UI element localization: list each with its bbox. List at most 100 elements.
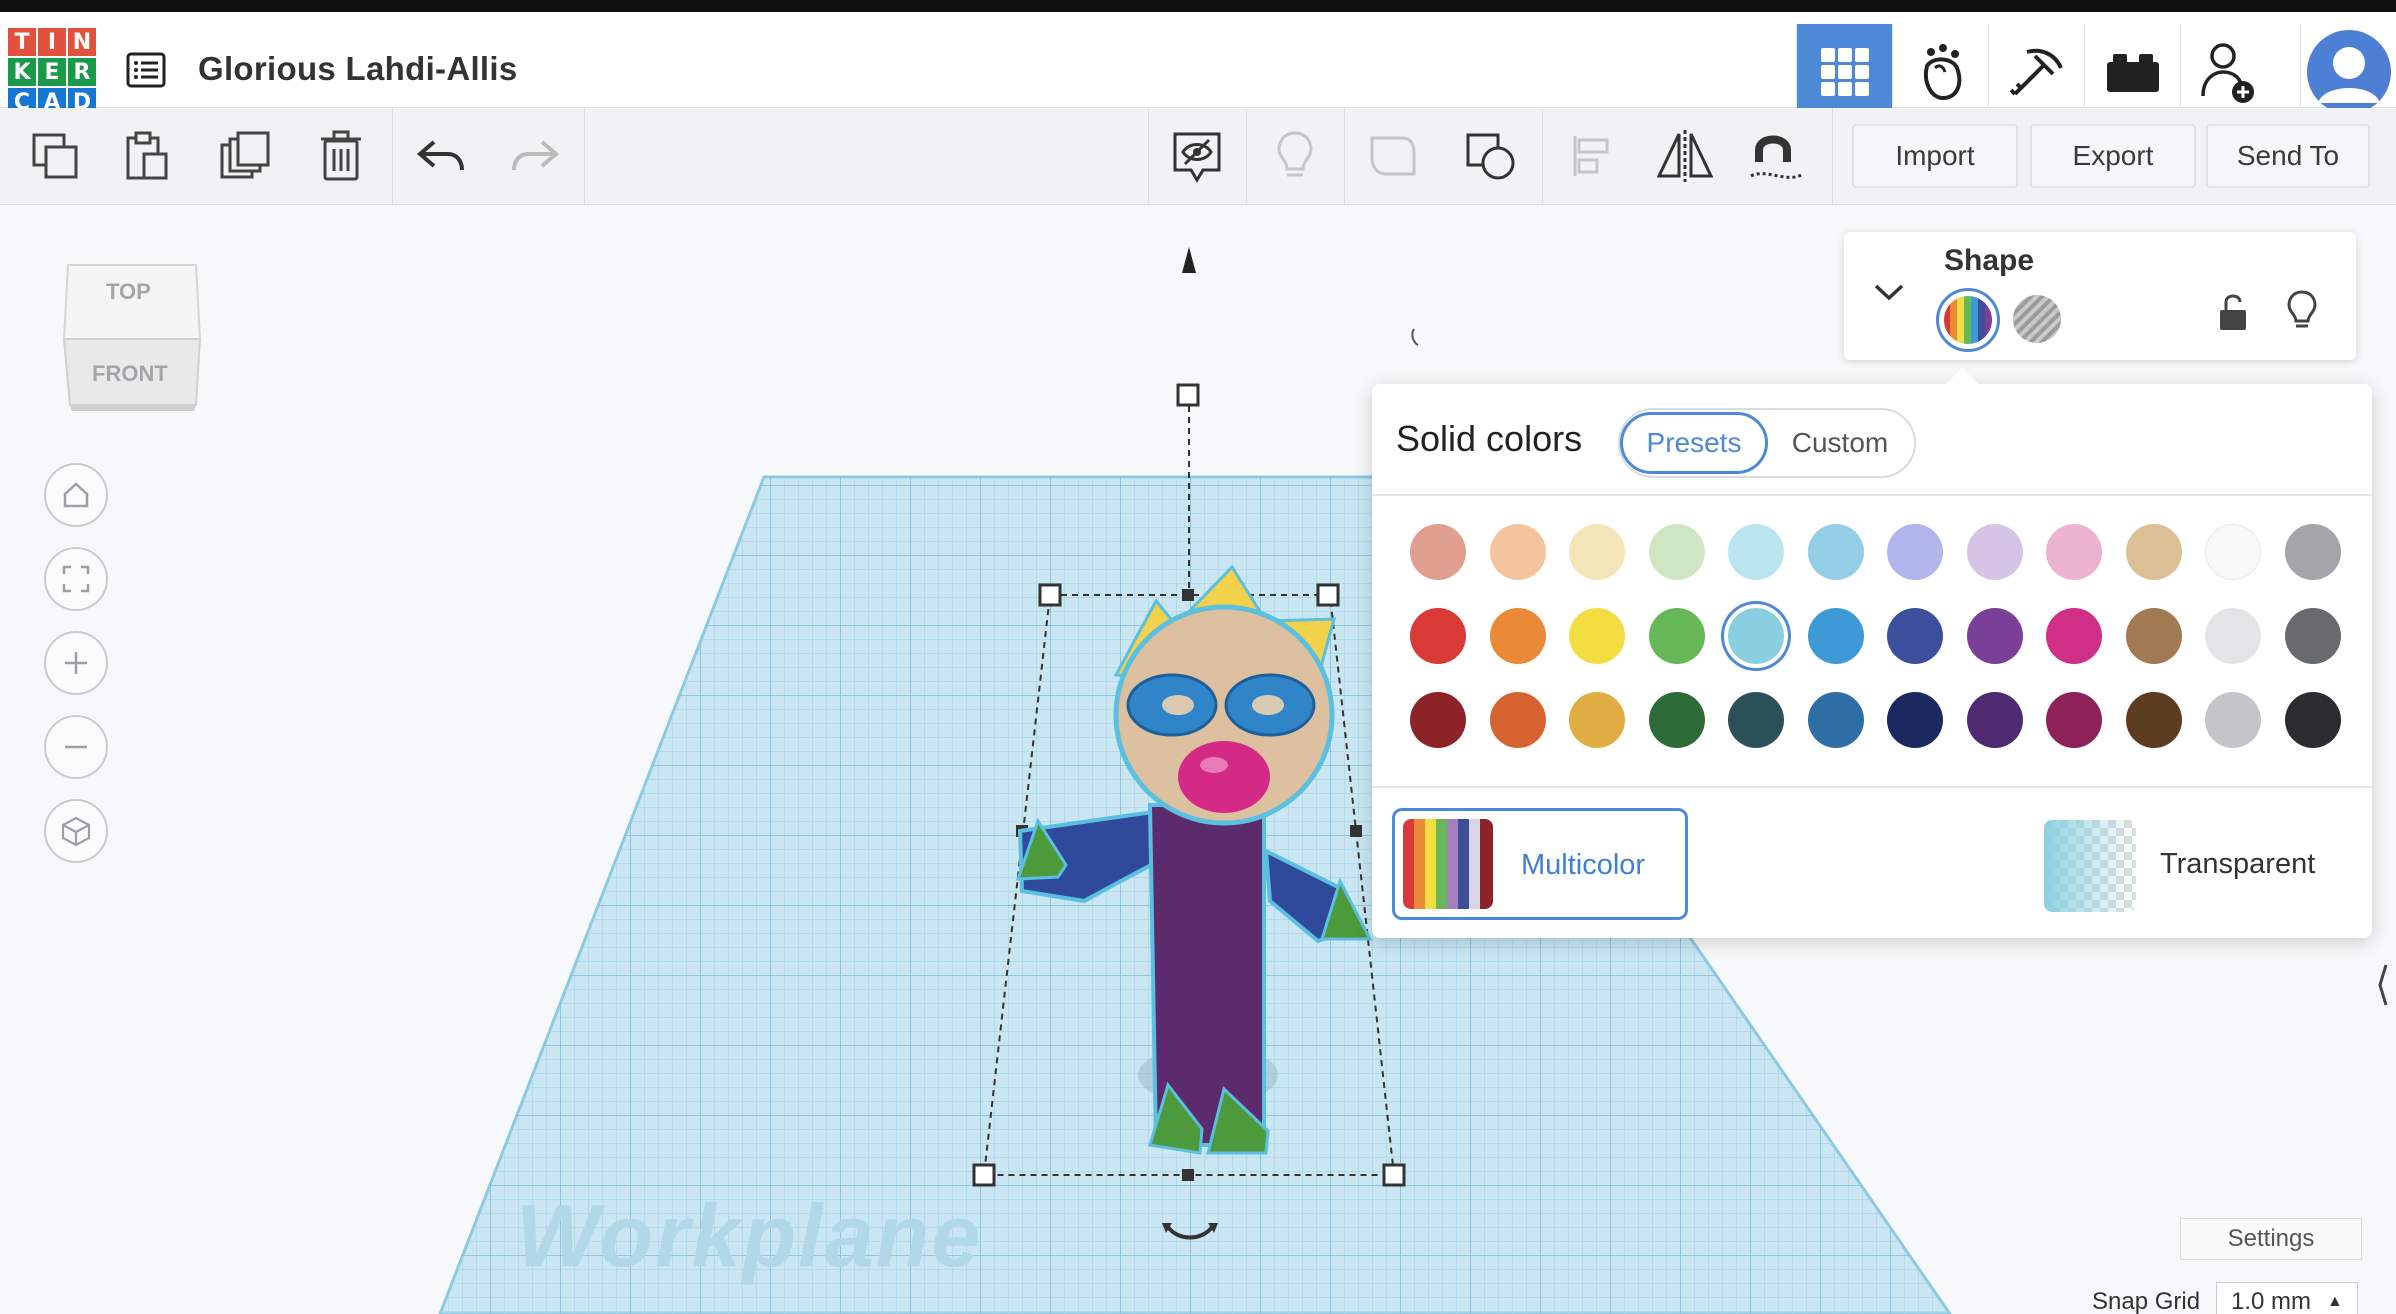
- shape-inspector: Shape: [1844, 232, 2356, 360]
- color-swatch[interactable]: [1807, 692, 1864, 748]
- color-swatch[interactable]: [1728, 524, 1784, 580]
- unlock-icon[interactable]: [2216, 292, 2250, 332]
- color-swatch[interactable]: [2284, 524, 2341, 580]
- light-toggle-button[interactable]: [1248, 108, 1342, 204]
- color-swatch[interactable]: [1728, 608, 1784, 664]
- eye-hidden-icon: [1173, 132, 1221, 183]
- color-swatch[interactable]: [1648, 608, 1705, 664]
- color-swatch[interactable]: [1569, 692, 1625, 748]
- color-swatch[interactable]: [2205, 608, 2261, 664]
- multicolor-option[interactable]: Multicolor: [1392, 808, 1688, 920]
- grid-view-button[interactable]: [1796, 24, 1892, 120]
- lightbulb-icon[interactable]: [2286, 290, 2318, 332]
- color-picker-panel: Solid colors Presets Custom Multicolor T…: [1372, 368, 2372, 938]
- settings-button[interactable]: Settings: [2180, 1218, 2362, 1260]
- color-swatch[interactable]: [2125, 692, 2182, 748]
- mirror-button[interactable]: [1638, 108, 1732, 204]
- color-swatch[interactable]: [2205, 692, 2261, 748]
- edit-toolbar: Import Export Send To: [0, 108, 2396, 205]
- divider: [1372, 494, 2372, 496]
- multicolor-swatch-icon: [1944, 296, 1992, 344]
- chevron-down-icon[interactable]: [1872, 280, 1906, 304]
- cruise-button[interactable]: [1730, 108, 1824, 204]
- paste-button[interactable]: [100, 108, 194, 204]
- multicolor-icon: [1403, 819, 1493, 909]
- add-user-icon: [2200, 43, 2254, 103]
- magnet-icon: [1750, 135, 1804, 179]
- color-swatch[interactable]: [1489, 524, 1546, 580]
- color-swatch[interactable]: [1410, 692, 1466, 748]
- undo-button[interactable]: [394, 108, 488, 204]
- ungroup-icon: [1466, 133, 1515, 180]
- transparent-option[interactable]: Transparent: [2044, 820, 2344, 912]
- blocks-pickaxe-icon: [2009, 48, 2063, 96]
- height-arrow-icon: [1182, 247, 1196, 273]
- color-swatch[interactable]: [1807, 524, 1864, 580]
- shape-panel-title: Shape: [1944, 244, 2035, 277]
- color-swatch[interactable]: [2046, 524, 2102, 580]
- color-swatch[interactable]: [1410, 524, 1466, 580]
- color-swatch[interactable]: [1410, 608, 1466, 664]
- color-swatch[interactable]: [2205, 524, 2261, 580]
- transparent-label: Transparent: [2160, 848, 2316, 880]
- tinkercad-logo[interactable]: T I N K E R C A D: [8, 28, 96, 116]
- divider: [1372, 786, 2372, 788]
- logo-letter: K: [8, 58, 36, 86]
- color-swatch[interactable]: [1728, 692, 1784, 748]
- hole-swatch-icon[interactable]: [2010, 292, 2064, 346]
- color-swatch[interactable]: [1966, 692, 2023, 748]
- align-button[interactable]: [1544, 108, 1638, 204]
- align-icon: [1573, 136, 1609, 176]
- color-swatch[interactable]: [2284, 692, 2341, 748]
- user-avatar-button[interactable]: [2300, 24, 2396, 120]
- snap-grid-select[interactable]: 1.0 mm ▲: [2216, 1282, 2358, 1314]
- top-header: T I N K E R C A D Glorious Lahdi-Allis: [0, 0, 2396, 120]
- workplane-label: Workplane: [516, 1186, 983, 1285]
- color-swatch[interactable]: [1807, 608, 1864, 664]
- sim-lab-button[interactable]: [1892, 24, 1988, 120]
- color-swatch[interactable]: [1887, 692, 1943, 748]
- color-swatch[interactable]: [1569, 608, 1625, 664]
- color-swatch[interactable]: [1966, 608, 2023, 664]
- tab-custom[interactable]: Custom: [1768, 412, 1912, 474]
- import-button[interactable]: Import: [1852, 124, 2018, 188]
- solid-color-button[interactable]: [1936, 288, 2000, 352]
- logo-letter: E: [38, 58, 66, 86]
- delete-button[interactable]: [294, 108, 388, 204]
- color-swatch[interactable]: [2125, 608, 2182, 664]
- tab-presets[interactable]: Presets: [1620, 412, 1768, 474]
- paste-icon: [126, 131, 168, 180]
- color-swatch[interactable]: [2284, 608, 2341, 664]
- color-swatch[interactable]: [1887, 524, 1943, 580]
- multicolor-label: Multicolor: [1521, 849, 1646, 881]
- color-swatch[interactable]: [2046, 608, 2102, 664]
- redo-button[interactable]: [488, 108, 582, 204]
- undo-icon: [416, 140, 464, 171]
- panel-pointer: [1944, 368, 1980, 386]
- send-to-button[interactable]: Send To: [2206, 124, 2370, 188]
- group-button[interactable]: [1346, 108, 1440, 204]
- copy-button[interactable]: [8, 108, 102, 204]
- trash-icon: [321, 130, 361, 181]
- show-hidden-button[interactable]: [1150, 108, 1244, 204]
- codeblocks-button[interactable]: [1988, 24, 2084, 120]
- color-swatch[interactable]: [2046, 692, 2102, 748]
- color-swatch[interactable]: [1648, 524, 1705, 580]
- lightbulb-icon: [1277, 131, 1313, 177]
- design-title[interactable]: Glorious Lahdi-Allis: [198, 50, 518, 88]
- logo-letter: N: [68, 28, 96, 56]
- color-swatch[interactable]: [1489, 608, 1546, 664]
- transparent-icon: [2044, 820, 2136, 912]
- color-swatch[interactable]: [1887, 608, 1943, 664]
- invite-user-button[interactable]: [2180, 24, 2276, 120]
- bricks-button[interactable]: [2084, 24, 2180, 120]
- export-button[interactable]: Export: [2030, 124, 2196, 188]
- ungroup-button[interactable]: [1444, 108, 1538, 204]
- color-swatch[interactable]: [1569, 524, 1625, 580]
- color-swatch[interactable]: [2125, 524, 2182, 580]
- color-swatch[interactable]: [1489, 692, 1546, 748]
- design-list-icon[interactable]: [126, 50, 166, 90]
- duplicate-button[interactable]: [198, 108, 292, 204]
- color-swatch[interactable]: [1648, 692, 1705, 748]
- color-swatch[interactable]: [1966, 524, 2023, 580]
